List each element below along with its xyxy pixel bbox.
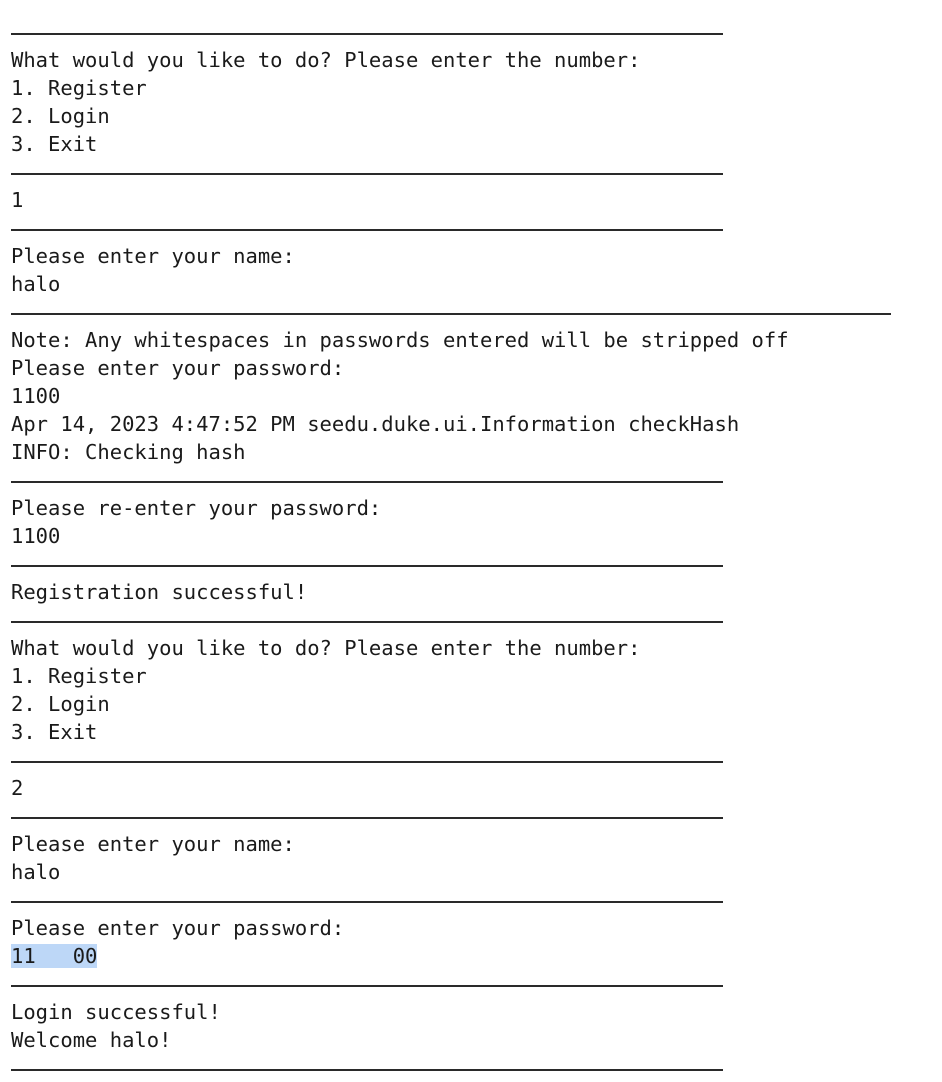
separator-line [11,229,723,231]
user-input-choice: 1 [11,188,24,212]
password-note: Note: Any whitespaces in passwords enter… [11,328,789,352]
separator-line [11,621,723,623]
user-input-choice: 2 [11,776,24,800]
name-prompt: Please enter your name: [11,244,295,268]
user-input-name: halo [11,272,61,296]
separator-line [11,1069,723,1071]
menu-option-exit: 3. Exit [11,132,98,156]
user-input-reentered-password: 1100 [11,524,61,548]
user-input-name: halo [11,860,61,884]
log-timestamp-line: Apr 14, 2023 4:47:52 PM seedu.duke.ui.In… [11,412,740,436]
separator-line [11,761,723,763]
menu-option-register: 1. Register [11,76,147,100]
separator-line [11,173,723,175]
welcome-message: Welcome halo! [11,1028,172,1052]
separator-line [11,33,723,35]
separator-line [11,313,891,315]
menu-prompt: What would you like to do? Please enter … [11,636,641,660]
separator-line [11,565,723,567]
password-prompt: Please enter your password: [11,916,345,940]
log-info-line: INFO: Checking hash [11,440,246,464]
separator-line [11,901,723,903]
menu-prompt: What would you like to do? Please enter … [11,48,641,72]
login-result: Login successful! [11,1000,221,1024]
menu-option-login: 2. Login [11,692,110,716]
separator-line [11,817,723,819]
menu-option-exit: 3. Exit [11,720,98,744]
separator-line [11,985,723,987]
password-prompt: Please enter your password: [11,356,345,380]
selected-password-input[interactable]: 11 00 [11,942,98,970]
separator-line [11,481,723,483]
registration-result: Registration successful! [11,580,308,604]
name-prompt: Please enter your name: [11,832,295,856]
terminal-output[interactable]: What would you like to do? Please enter … [0,0,942,1082]
menu-option-login: 2. Login [11,104,110,128]
menu-option-register: 1. Register [11,664,147,688]
user-input-password: 1100 [11,384,61,408]
text-selection[interactable]: 11 00 [11,944,98,968]
reenter-password-prompt: Please re-enter your password: [11,496,382,520]
